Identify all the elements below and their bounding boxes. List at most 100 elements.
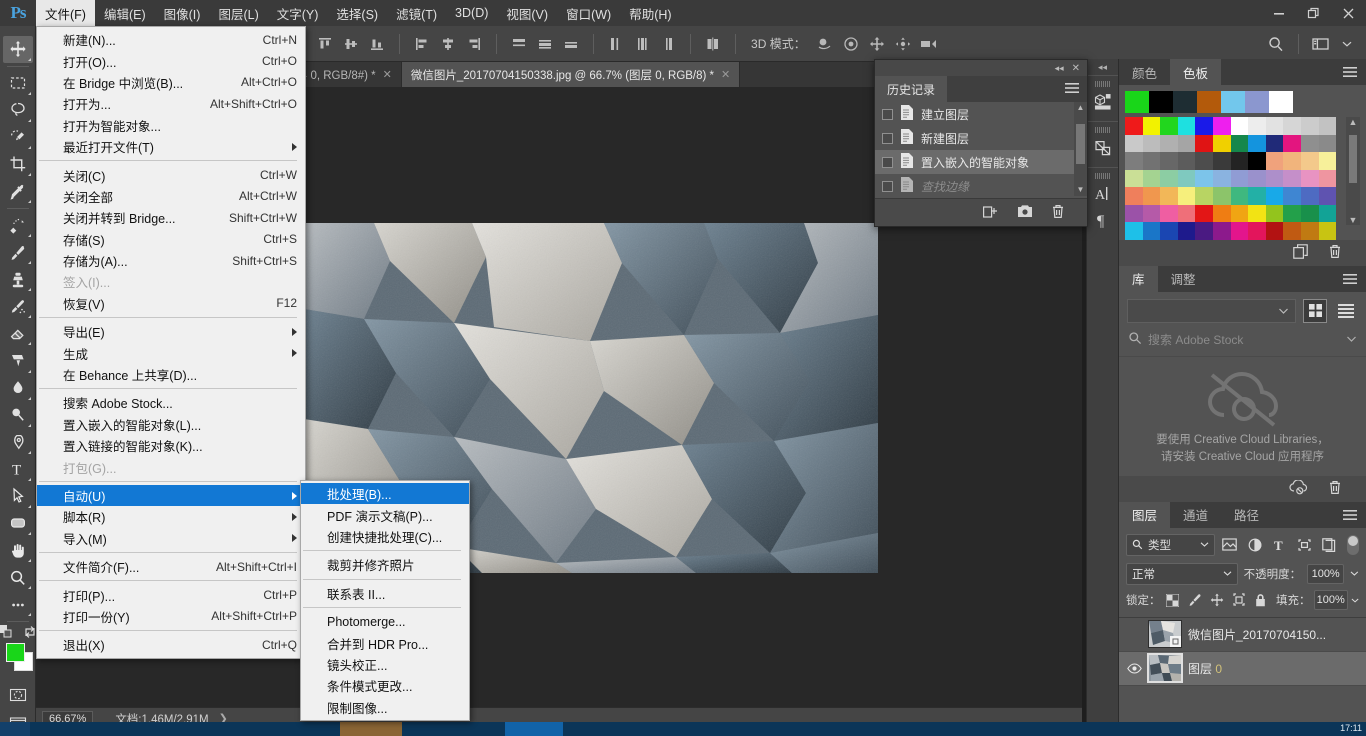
list-view-icon[interactable] <box>1334 299 1358 323</box>
layer-thumbnail[interactable] <box>1148 620 1182 648</box>
workspace-switcher-icon[interactable] <box>1310 33 1332 55</box>
menu-type[interactable]: 文字(Y) <box>268 0 328 26</box>
menu-layer[interactable]: 图层(L) <box>209 0 267 26</box>
lock-artboard-icon[interactable] <box>1229 590 1248 611</box>
color-swatch[interactable] <box>1231 152 1249 170</box>
panel-grip[interactable] <box>1095 81 1111 87</box>
color-swatch[interactable] <box>1266 117 1284 135</box>
color-swatch[interactable] <box>1213 187 1231 205</box>
default-colors-icon[interactable] <box>0 625 13 642</box>
color-swatch[interactable] <box>1319 117 1337 135</box>
collapse-icon[interactable]: ◂◂ <box>1087 59 1118 75</box>
layer-visibility-toggle[interactable] <box>1126 663 1142 674</box>
color-swatch[interactable] <box>1301 170 1319 188</box>
recent-swatch[interactable] <box>1149 91 1173 113</box>
menu-3d[interactable]: 3D(D) <box>446 0 497 26</box>
new-swatch-icon[interactable] <box>1293 244 1308 262</box>
close-icon[interactable]: ✕ <box>1072 63 1080 74</box>
color-swatch[interactable] <box>1125 187 1143 205</box>
delete-state-icon[interactable] <box>1051 204 1065 222</box>
lock-position-icon[interactable] <box>1207 590 1226 611</box>
tab-layers[interactable]: 图层 <box>1119 502 1170 528</box>
color-swatch[interactable] <box>1195 205 1213 223</box>
menu-item-在-bridge-中浏览-b[interactable]: 在 Bridge 中浏览(B)...Alt+Ctrl+O <box>37 72 305 93</box>
menu-image[interactable]: 图像(I) <box>155 0 210 26</box>
chevron-down-icon[interactable] <box>1351 597 1359 604</box>
chevron-down-icon[interactable] <box>1336 33 1358 55</box>
pen-tool[interactable] <box>3 429 33 456</box>
close-button[interactable] <box>1331 0 1366 26</box>
menu-item-置入链接的智能对象-k[interactable]: 置入链接的智能对象(K)... <box>37 435 305 456</box>
history-state-item[interactable]: 新建图层 <box>875 126 1087 150</box>
color-swatch[interactable] <box>1178 205 1196 223</box>
history-snapshot-checkbox[interactable] <box>882 133 893 144</box>
history-brush-tool[interactable] <box>3 293 33 320</box>
new-document-from-state-icon[interactable] <box>983 204 999 222</box>
recent-swatch[interactable] <box>1125 91 1149 113</box>
color-swatch[interactable] <box>1125 170 1143 188</box>
menu-item-存储-s[interactable]: 存储(S)Ctrl+S <box>37 229 305 250</box>
color-swatch[interactable] <box>1283 152 1301 170</box>
menu-item-生成[interactable]: 生成 <box>37 342 305 363</box>
color-swatch[interactable] <box>1266 222 1284 240</box>
gradient-tool[interactable] <box>3 347 33 374</box>
color-swatch[interactable] <box>1283 205 1301 223</box>
color-swatch[interactable] <box>1143 135 1161 153</box>
menu-item-恢复-v[interactable]: 恢复(V)F12 <box>37 293 305 314</box>
panel-grip[interactable] <box>1095 127 1111 133</box>
rotate-3d-icon[interactable] <box>814 33 836 55</box>
taskbar-item-photoshop[interactable] <box>340 722 402 736</box>
fill-input[interactable]: 100% <box>1314 590 1348 610</box>
auto-align-layers-icon[interactable] <box>702 33 724 55</box>
color-swatch[interactable] <box>1178 222 1196 240</box>
color-swatch[interactable] <box>1283 222 1301 240</box>
stock-search-row[interactable]: 搜索 Adobe Stock <box>1119 327 1366 357</box>
menu-item-文件简介-f[interactable]: 文件简介(F)...Alt+Shift+Ctrl+I <box>37 556 305 577</box>
color-swatch[interactable] <box>1143 222 1161 240</box>
color-swatch[interactable] <box>1195 117 1213 135</box>
color-swatch[interactable] <box>1195 152 1213 170</box>
recent-swatch[interactable] <box>1269 91 1293 113</box>
menu-view[interactable]: 视图(V) <box>497 0 557 26</box>
close-icon[interactable]: ✕ <box>721 68 730 81</box>
color-swatch[interactable] <box>1231 170 1249 188</box>
rounded-rectangle-tool[interactable] <box>3 510 33 537</box>
history-snapshot-checkbox[interactable] <box>882 181 893 192</box>
color-swatch[interactable] <box>1160 117 1178 135</box>
lock-transparent-pixels-icon[interactable] <box>1164 590 1183 611</box>
rectangular-marquee-tool[interactable] <box>3 70 33 97</box>
menu-item-关闭全部[interactable]: 关闭全部Alt+Ctrl+W <box>37 186 305 207</box>
color-swatch[interactable] <box>1143 205 1161 223</box>
menu-filter[interactable]: 滤镜(T) <box>387 0 446 26</box>
horizontal-type-tool[interactable]: T <box>3 456 33 483</box>
chevron-down-icon[interactable] <box>1350 570 1359 577</box>
menu-item-打印-p[interactable]: 打印(P)...Ctrl+P <box>37 584 305 605</box>
pan-3d-icon[interactable] <box>866 33 888 55</box>
color-swatch[interactable] <box>1248 135 1266 153</box>
eraser-tool[interactable] <box>3 320 33 347</box>
filter-enable-toggle[interactable] <box>1347 535 1359 555</box>
clone-stamp-tool[interactable] <box>3 266 33 293</box>
align-top-edges-icon[interactable] <box>314 33 336 55</box>
align-horizontal-centers-icon[interactable] <box>437 33 459 55</box>
panel-menu-icon[interactable] <box>1343 67 1357 81</box>
color-swatch[interactable] <box>1319 152 1337 170</box>
distribute-left-edges-icon[interactable] <box>605 33 627 55</box>
color-swatch[interactable] <box>1301 117 1319 135</box>
color-swatch[interactable] <box>1283 187 1301 205</box>
color-swatch[interactable] <box>1283 170 1301 188</box>
color-swatch[interactable] <box>1248 222 1266 240</box>
color-swatch[interactable] <box>1143 152 1161 170</box>
history-state-item[interactable]: 建立图层 <box>875 102 1087 126</box>
history-state-item[interactable]: 置入嵌入的智能对象 <box>875 150 1087 174</box>
color-swatch[interactable] <box>1248 205 1266 223</box>
color-swatch[interactable] <box>1266 170 1284 188</box>
quick-selection-tool[interactable] <box>3 124 33 151</box>
filter-smartobject-icon[interactable] <box>1319 534 1339 555</box>
menu-item-批处理-b[interactable]: 批处理(B)... <box>301 483 469 504</box>
swap-colors-icon[interactable] <box>23 625 37 642</box>
color-swatch[interactable] <box>1266 187 1284 205</box>
minimize-button[interactable] <box>1261 0 1296 26</box>
color-swatch[interactable] <box>1143 187 1161 205</box>
filter-shape-icon[interactable] <box>1294 534 1314 555</box>
